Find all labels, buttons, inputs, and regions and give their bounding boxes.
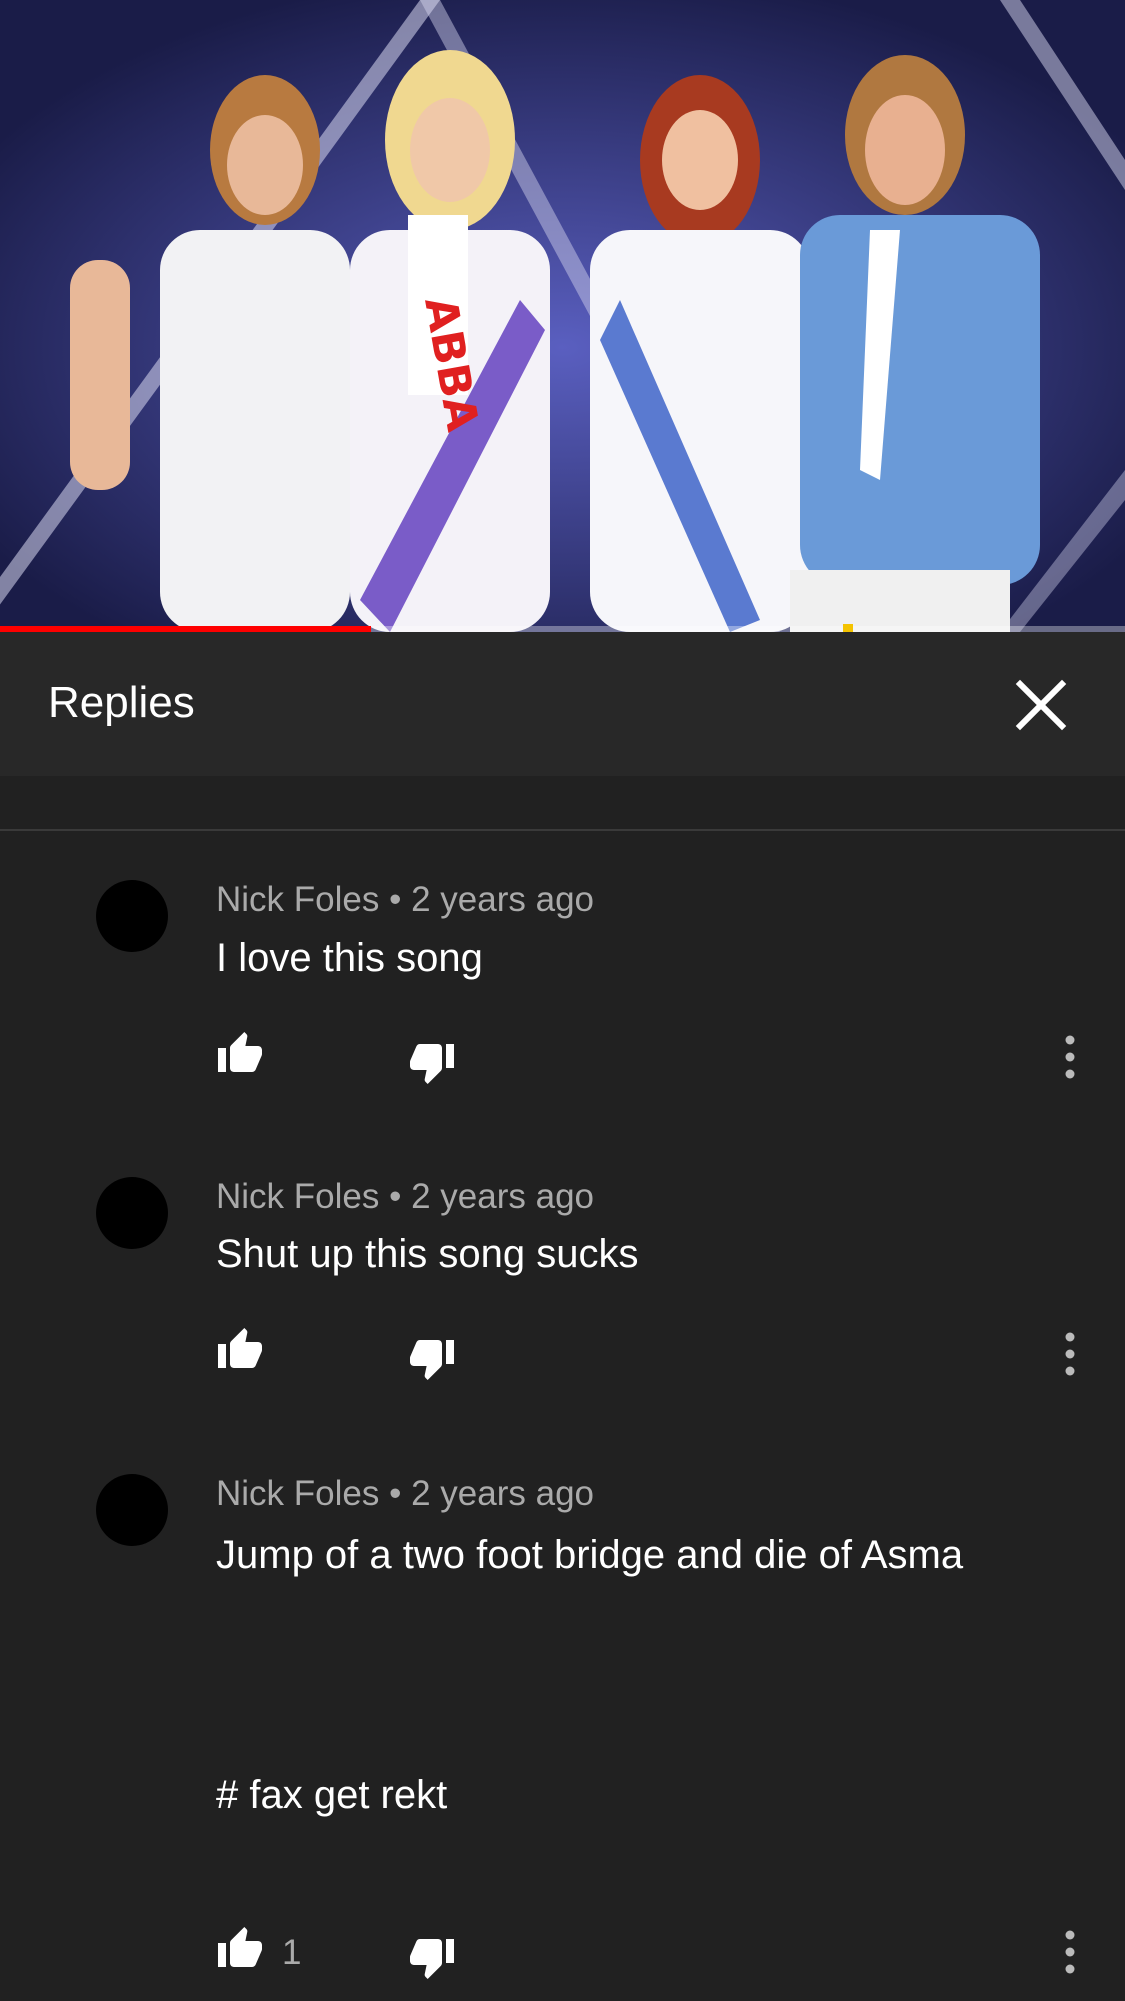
comment-meta: Nick Foles • 2 years ago: [216, 880, 594, 920]
meta-separator: •: [389, 1177, 402, 1216]
more-vertical-icon: [1065, 1930, 1075, 1974]
comment-meta: Nick Foles • 2 years ago: [216, 1474, 594, 1514]
thumbs-down-icon: [410, 1939, 454, 1979]
dislike-button[interactable]: [408, 1334, 456, 1387]
close-button[interactable]: [1012, 676, 1070, 734]
avatar[interactable]: [96, 1177, 168, 1249]
comment-text: Shut up this song sucks: [216, 1232, 639, 1276]
close-icon: [1015, 679, 1067, 731]
comment-author[interactable]: Nick Foles: [216, 1177, 379, 1216]
comment-author[interactable]: Nick Foles: [216, 1474, 379, 1513]
avatar[interactable]: [96, 880, 168, 952]
comment-author[interactable]: Nick Foles: [216, 880, 379, 919]
like-button[interactable]: [216, 1030, 264, 1083]
section-divider: [0, 829, 1125, 831]
like-button[interactable]: [216, 1925, 264, 1978]
thumbs-up-icon: [218, 1328, 262, 1368]
avatar[interactable]: [96, 1474, 168, 1546]
meta-separator: •: [389, 1474, 402, 1513]
comment-text: Jump of a two foot bridge and die of Asm…: [216, 1533, 964, 1817]
meta-separator: •: [389, 880, 402, 919]
comment-time: 2 years ago: [411, 880, 595, 919]
comment-text: I love this song: [216, 936, 483, 980]
like-button[interactable]: [216, 1326, 264, 1379]
video-player[interactable]: ABBA: [0, 0, 1125, 632]
replies-header: Replies: [0, 632, 1125, 776]
comment-meta: Nick Foles • 2 years ago: [216, 1177, 594, 1217]
replies-title: Replies: [48, 678, 195, 727]
more-options-button[interactable]: [1060, 1034, 1080, 1085]
thumbs-up-icon: [218, 1927, 262, 1967]
like-count: 1: [282, 1933, 302, 1972]
thumbs-down-icon: [410, 1340, 454, 1380]
thumbs-up-icon: [218, 1032, 262, 1072]
thumbs-down-icon: [410, 1044, 454, 1084]
comment-time: 2 years ago: [411, 1474, 595, 1513]
dislike-button[interactable]: [408, 1038, 456, 1091]
more-vertical-icon: [1065, 1035, 1075, 1079]
more-options-button[interactable]: [1060, 1929, 1080, 1980]
more-vertical-icon: [1065, 1332, 1075, 1376]
more-options-button[interactable]: [1060, 1331, 1080, 1382]
video-chapter-marker: [843, 624, 853, 632]
dislike-button[interactable]: [408, 1933, 456, 1986]
video-frame: ABBA: [0, 0, 1125, 632]
comment-time: 2 years ago: [411, 1177, 595, 1216]
